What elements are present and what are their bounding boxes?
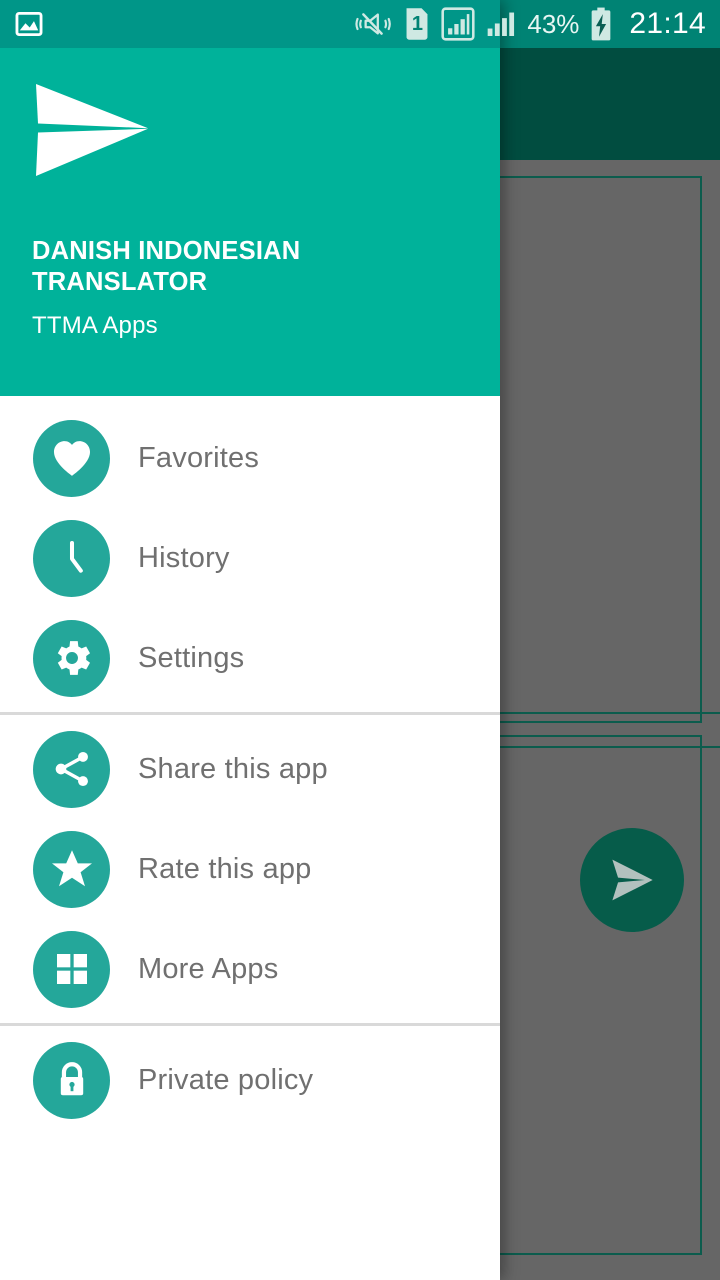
clock-icon xyxy=(33,519,110,597)
menu-item-private-policy[interactable]: Private policy xyxy=(0,1030,500,1130)
signal-bars-2-icon xyxy=(485,8,517,40)
menu-item-settings[interactable]: Settings xyxy=(0,608,500,708)
lock-icon xyxy=(33,1041,110,1119)
menu-item-label: Rate this app xyxy=(138,852,312,885)
menu-item-label: History xyxy=(138,541,230,574)
vibrate-mute-icon xyxy=(355,8,393,40)
menu-item-rate-this-app[interactable]: Rate this app xyxy=(0,819,500,919)
heart-icon xyxy=(33,419,110,497)
primary-group: Favorites History Settings xyxy=(0,404,500,712)
navigation-drawer[interactable]: DANISH INDONESIAN TRANSLATOR TTMA Apps F… xyxy=(0,0,500,1280)
menu-item-label: More Apps xyxy=(138,952,279,985)
clock-label: 21:14 xyxy=(629,7,706,40)
drawer-header: DANISH INDONESIAN TRANSLATOR TTMA Apps xyxy=(0,48,500,396)
promo-group: Share this app Rate this app More Apps xyxy=(0,715,500,1023)
menu-item-label: Settings xyxy=(138,641,245,674)
menu-item-more-apps[interactable]: More Apps xyxy=(0,919,500,1019)
drawer-app-title: DANISH INDONESIAN TRANSLATOR xyxy=(32,237,301,297)
grid-apps-icon xyxy=(33,930,110,1008)
legal-group: Private policy xyxy=(0,1026,500,1134)
star-icon xyxy=(33,830,110,908)
send-icon xyxy=(601,849,663,911)
menu-item-label: Private policy xyxy=(138,1063,314,1096)
menu-item-share-this-app[interactable]: Share this app xyxy=(0,719,500,819)
menu-item-label: Share this app xyxy=(138,752,328,785)
sim-number-label: 1 xyxy=(411,12,423,35)
gear-icon xyxy=(33,619,110,697)
signal-bars-icon xyxy=(441,7,475,41)
drawer-menu: Favorites History Settings Share this ap… xyxy=(0,396,500,1280)
share-icon xyxy=(33,730,110,808)
menu-item-label: Favorites xyxy=(138,441,260,474)
status-bar-right-icons: 1 43% 21:14 xyxy=(0,0,720,48)
sim1-icon: 1 xyxy=(403,7,431,41)
translate-send-fab[interactable] xyxy=(580,828,684,932)
paper-plane-logo xyxy=(32,80,152,180)
drawer-app-subtitle: TTMA Apps xyxy=(32,312,158,340)
menu-item-history[interactable]: History xyxy=(0,508,500,608)
menu-item-favorites[interactable]: Favorites xyxy=(0,408,500,508)
battery-percent-label: 43% xyxy=(527,8,580,39)
battery-charging-icon xyxy=(589,7,613,41)
